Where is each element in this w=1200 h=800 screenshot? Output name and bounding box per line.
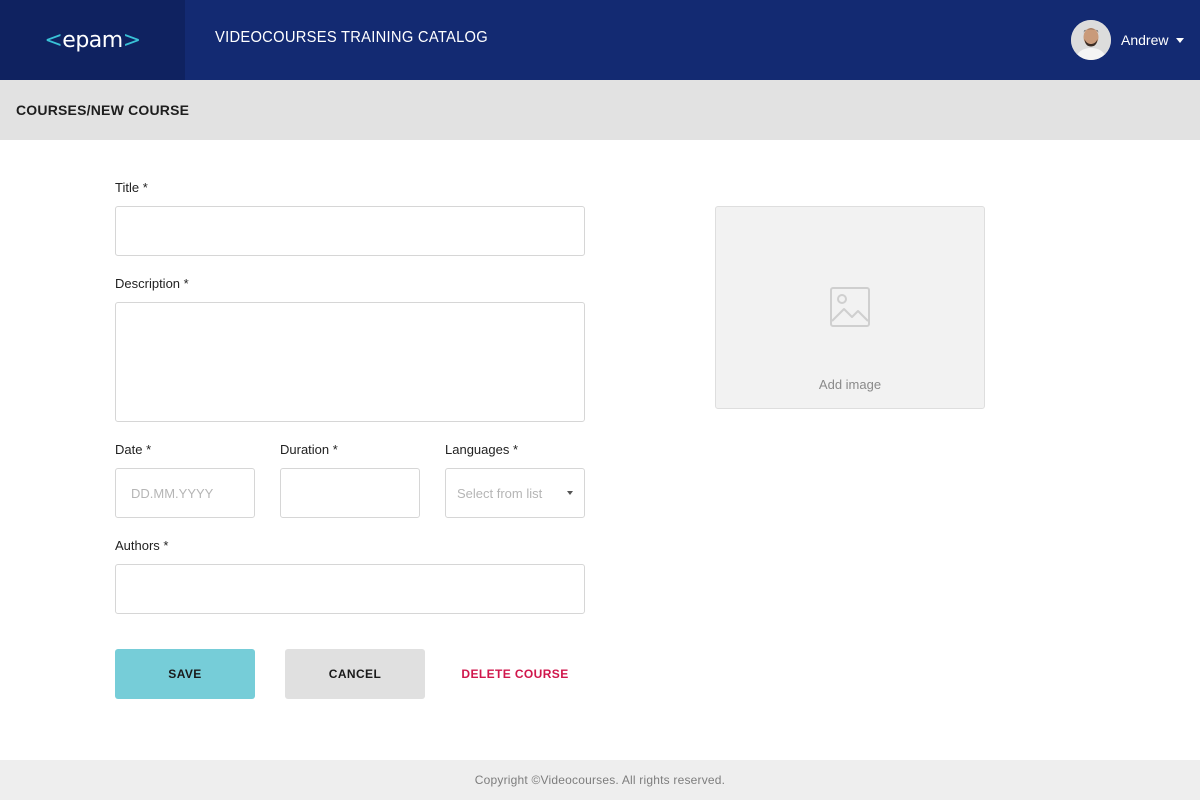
user-name[interactable]: Andrew bbox=[1121, 32, 1168, 48]
date-input[interactable] bbox=[115, 468, 255, 518]
logo-container[interactable]: < epam > bbox=[0, 0, 185, 80]
caret-down-icon[interactable] bbox=[567, 491, 573, 495]
page-footer: Copyright ©Videocourses. All rights rese… bbox=[0, 760, 1200, 800]
add-image-caption: Add image bbox=[818, 377, 882, 392]
save-button[interactable]: SAVE bbox=[115, 649, 255, 699]
app-header: < epam > VIDEOCOURSES TRAINING CATALOG A… bbox=[0, 0, 1200, 80]
logo-right-bracket: > bbox=[122, 27, 141, 53]
title-label: Title * bbox=[115, 180, 148, 195]
user-avatar-icon[interactable] bbox=[1071, 20, 1111, 60]
languages-placeholder: Select from list bbox=[457, 485, 543, 501]
duration-label: Duration * bbox=[280, 442, 338, 457]
logo-text: epam bbox=[62, 27, 123, 53]
title-input[interactable] bbox=[115, 206, 585, 256]
authors-label: Authors * bbox=[115, 538, 169, 553]
description-label: Description * bbox=[115, 276, 189, 291]
app-title: VIDEOCOURSES TRAINING CATALOG bbox=[215, 29, 489, 46]
caret-down-icon[interactable] bbox=[1176, 37, 1185, 43]
breadcrumb-bar: COURSES/NEW COURSE bbox=[0, 80, 1200, 140]
image-placeholder-icon bbox=[830, 287, 870, 327]
date-label: Date * bbox=[115, 442, 152, 457]
epam-logo: < epam > bbox=[44, 27, 141, 53]
languages-label: Languages * bbox=[445, 442, 519, 457]
languages-select[interactable]: Select from list bbox=[445, 468, 585, 518]
cancel-button[interactable]: CANCEL bbox=[285, 649, 425, 699]
authors-input[interactable] bbox=[115, 564, 585, 614]
copyright-text: Copyright ©Videocourses. All rights rese… bbox=[474, 773, 726, 787]
description-textarea[interactable] bbox=[115, 302, 585, 422]
add-image-dropzone[interactable]: Add image bbox=[715, 206, 985, 409]
breadcrumb: COURSES/NEW COURSE bbox=[16, 102, 190, 118]
delete-course-button[interactable]: DELETE COURSE bbox=[450, 649, 580, 699]
logo-left-bracket: < bbox=[44, 27, 63, 53]
user-menu[interactable]: Andrew bbox=[1071, 20, 1185, 60]
duration-input[interactable] bbox=[280, 468, 420, 518]
